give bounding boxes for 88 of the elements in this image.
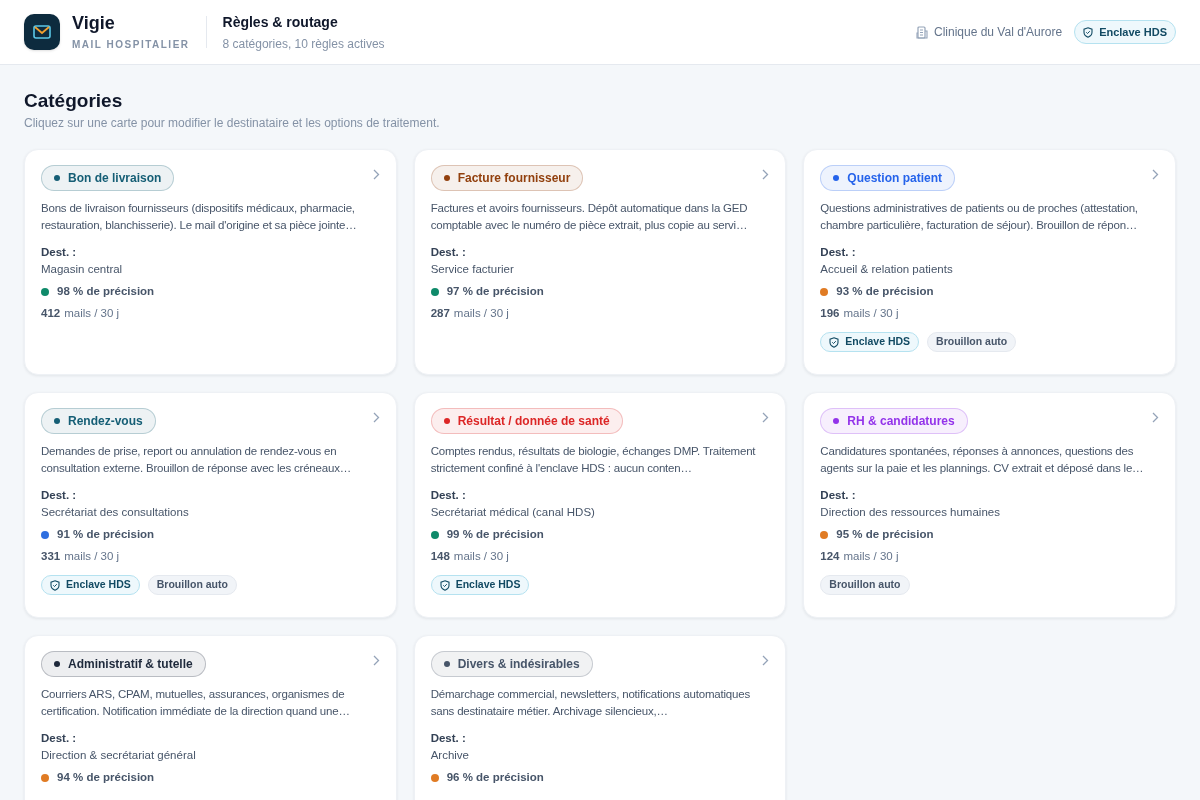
chevron-right-icon [762,655,770,666]
destination-value: Secrétariat des consultations [41,505,190,520]
destination-label: Dest. : [430,488,467,503]
destination-value: Direction des ressources humaines [820,505,1001,520]
category-chip: Administratif & tutelle [41,651,206,677]
chevron-right-icon [762,412,770,423]
category-description: Candidatures spontanées, réponses à annonces, questions des agents sur la paie et les plannings. CV extrait et déposé dans le… [820,444,1145,476]
chevron-right-icon [762,169,770,180]
category-card[interactable]: Divers & indésirables Démarchage commercial, newsletters, notifications automatiques sans destinataire métier. Archivage silencieux,… Dest. : Archive 96 % de précision [413,635,787,800]
precision-text: 94 % de précision [57,770,155,785]
category-chip: Question patient [820,165,955,191]
category-card[interactable] [24,635,397,800]
mail-period: mails / 30 j [453,306,509,321]
draft-badge: Brouillon auto [927,332,1017,352]
destination-label: Dest. : [430,731,467,746]
category-chip: Bon de livraison [41,165,175,191]
enclave-badge: Enclave HDS [41,575,140,595]
mail-period: mails / 30 j [64,549,120,564]
app-subtitle: MAIL HOSPITALIER [72,37,190,52]
chevron-right-icon [372,169,380,180]
destination-label: Dest. : [430,245,467,260]
precision-text: 93 % de précision [836,284,934,299]
category-description: Démarchage commercial, newsletters, notifications automatiques sans destinataire métier. Archivage silencieux,… [430,687,751,719]
mail-count: 148 [430,549,450,564]
draft-badge: Brouillon auto [147,575,237,595]
enclave-badge: Enclave HDS [430,575,530,595]
mail-period: mails / 30 j [843,549,899,564]
category-chip: Facture fournisseur [430,165,584,191]
destination-label: Dest. : [41,731,78,746]
building-icon [915,25,928,39]
mail-period: mails / 30 j [453,549,509,564]
destination-label: Dest. : [820,245,857,260]
category-card[interactable] [803,392,1176,618]
section-hint: Cliquez sur une carte pour modifier le destinataire et les options de traitement. [24,115,441,131]
destination-value: Service facturier [430,262,515,277]
category-card[interactable] [803,149,1176,375]
chevron-right-icon [1152,169,1159,180]
precision-text: 97 % de précision [446,284,544,299]
mail-period: mails / 30 j [843,306,899,321]
destination-value: Secrétariat médical (canal HDS) [430,505,596,520]
destination-value: Magasin central [41,262,124,277]
category-card[interactable] [413,392,787,618]
chevron-right-icon [372,412,380,423]
destination-value: Archive [430,748,470,763]
mail-period: mails / 30 j [64,306,120,321]
shield-icon [829,336,840,348]
category-description: Courriers ARS, CPAM, mutuelles, assurances, organismes de certification. Notification immédiate de la direction quand une… [41,687,351,719]
chevron-right-icon [372,655,380,666]
organization-name: Clinique du Val d'Aurore [933,24,1063,41]
category-description: Comptes rendus, résultats de biologie, échanges DMP. Traitement strictement confiné à l'enclave HDS : aucun conten… [430,444,757,476]
shield-icon [439,579,450,591]
draft-badge: Brouillon auto [820,575,910,595]
category-description: Questions administratives de patients ou de proches (attestation, chambre particulière, facturation de séjour). Brouillon de répon… [820,201,1139,233]
page-title: Règles & routage [222,12,339,32]
enclave-badge: Enclave HDS [820,332,920,352]
chevron-right-icon [1152,412,1159,423]
category-description: Bons de livraison fournisseurs (dispositifs médicaux, pharmacie, restauration, blanchisserie). Le mail d'origine et sa pièce jointe… [41,201,358,233]
category-chip: Rendez-vous [41,408,156,434]
precision-text: 96 % de précision [446,770,544,785]
app-name: Vigie [72,12,116,33]
precision-text: 98 % de précision [57,284,155,299]
mail-count: 124 [820,549,840,564]
category-card[interactable] [24,392,397,618]
precision-text: 95 % de précision [836,527,934,542]
destination-label: Dest. : [820,488,857,503]
mail-count: 287 [430,306,450,321]
shield-icon [50,579,60,591]
destination-label: Dest. : [41,245,78,260]
mail-count: 196 [820,306,840,321]
destination-value: Direction & secrétariat général [41,748,197,763]
section-title: Catégories [24,89,124,113]
destination-label: Dest. : [41,488,78,503]
enclave-badge: Enclave HDS [1074,19,1176,45]
mail-count: 412 [41,306,61,321]
category-description: Factures et avoirs fournisseurs. Dépôt automatique dans la GED comptable avec le numéro de pièce extrait, plus copie au servi… [430,201,749,233]
category-card[interactable] [413,149,787,375]
envelope-icon [33,25,51,39]
category-chip: Résultat / donnée de santé [430,408,623,434]
destination-value: Accueil & relation patients [820,262,954,277]
category-description: Demandes de prise, report ou annulation de rendez-vous en consultation externe. Brouillon de réponse avec les créneaux… [41,444,352,476]
shield-icon [1083,26,1094,38]
category-chip: Divers & indésirables [430,651,593,677]
category-chip: RH & candidatures [820,408,968,434]
page-summary: 8 catégories, 10 règles actives [222,35,385,53]
precision-text: 91 % de précision [57,527,155,542]
mail-count: 331 [41,549,61,564]
category-card[interactable] [24,149,397,375]
precision-text: 99 % de précision [446,527,544,542]
